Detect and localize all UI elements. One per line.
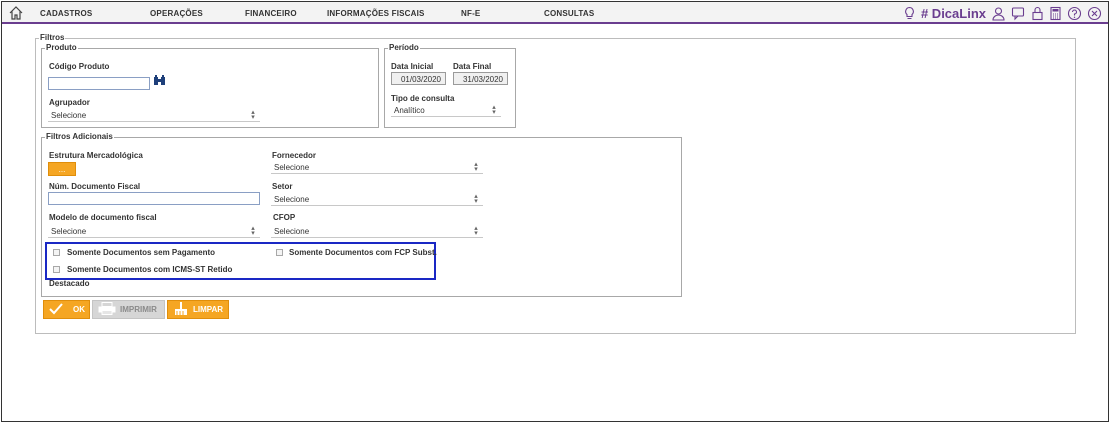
chk-icms-st-retido-label: Somente Documentos com ICMS-ST Retido [67, 265, 233, 274]
print-button[interactable]: IMPRIMIR [92, 300, 165, 319]
data-final-label: Data Final [453, 62, 492, 71]
ok-button[interactable]: OK [43, 300, 90, 319]
nav-nfe[interactable]: NF-E [461, 9, 480, 18]
cfop-label: CFOP [273, 213, 296, 222]
select-caret-icon: ▴ ▾ [474, 161, 478, 173]
setor-select[interactable]: Selecione ▴ ▾ [271, 193, 483, 206]
cfop-value: Selecione [274, 227, 310, 236]
num-documento-fiscal-input[interactable] [48, 192, 260, 205]
nav-cadastros[interactable]: CADASTROS [40, 9, 92, 18]
modelo-documento-fiscal-select[interactable]: Selecione ▴ ▾ [48, 225, 260, 238]
agrupador-value: Selecione [51, 111, 87, 120]
tipo-consulta-select[interactable]: Analítico ▴ ▾ [391, 104, 501, 117]
select-caret-icon: ▴ ▾ [251, 225, 255, 237]
user-icon[interactable] [991, 6, 1006, 21]
codigo-produto-input[interactable] [48, 77, 150, 90]
help-icon[interactable] [1067, 6, 1082, 21]
modelo-documento-fiscal-value: Selecione [51, 227, 87, 236]
printer-icon [98, 302, 116, 317]
data-inicial-label: Data Inicial [391, 62, 434, 71]
nav-informacoes-fiscais[interactable]: INFORMAÇÕES FISCAIS [327, 9, 425, 18]
filtros-adicionais-legend: Filtros Adicionais [46, 132, 113, 141]
chk-icms-st-retido[interactable]: Somente Documentos com ICMS-ST Retido [53, 265, 232, 274]
fornecedor-select[interactable]: Selecione ▴ ▾ [271, 161, 483, 174]
agrupador-label: Agrupador [49, 98, 90, 107]
num-documento-fiscal-label: Núm. Documento Fiscal [49, 182, 141, 191]
cfop-select[interactable]: Selecione ▴ ▾ [271, 225, 483, 238]
nav-operacoes[interactable]: OPERAÇÕES [150, 9, 203, 18]
lightbulb-icon[interactable] [903, 6, 916, 21]
tipo-consulta-value: Analítico [394, 106, 425, 115]
setor-label: Setor [272, 182, 293, 191]
produto-legend: Produto [46, 43, 77, 52]
data-final-input[interactable]: 31/03/2020 [453, 72, 508, 85]
dica-linx-link[interactable]: # DicaLinx [921, 6, 986, 21]
periodo-legend: Período [389, 43, 419, 52]
checkmark-icon [49, 302, 63, 317]
modelo-documento-fiscal-label: Modelo de documento fiscal [49, 213, 157, 222]
estrutura-mercadologica-button[interactable]: ... [48, 162, 76, 176]
fornecedor-value: Selecione [274, 163, 310, 172]
home-icon[interactable] [8, 5, 24, 21]
broom-icon [173, 301, 189, 318]
filtros-legend: Filtros [40, 33, 65, 42]
toolbar-icons: # DicaLinx [903, 4, 1102, 22]
checkbox[interactable] [276, 249, 283, 256]
select-caret-icon: ▴ ▾ [492, 104, 496, 116]
chk-icms-st-retido-label-cont: Destacado [49, 279, 90, 288]
checkbox[interactable] [53, 266, 60, 273]
codigo-produto-label: Código Produto [49, 62, 110, 71]
estrutura-mercadologica-label: Estrutura Mercadológica [49, 151, 143, 160]
tipo-consulta-label: Tipo de consulta [391, 94, 455, 103]
fornecedor-label: Fornecedor [272, 151, 317, 160]
clear-button-label: LIMPAR [193, 305, 224, 314]
chat-icon[interactable] [1011, 6, 1026, 21]
agrupador-select[interactable]: Selecione ▴ ▾ [48, 109, 260, 122]
binoculars-icon[interactable] [153, 74, 166, 86]
lock-icon[interactable] [1031, 6, 1044, 21]
chk-fcp-subst[interactable]: Somente Documentos com FCP Subst. [276, 248, 437, 257]
nav-consultas[interactable]: CONSULTAS [544, 9, 594, 18]
top-nav-bar: CADASTROS OPERAÇÕES FINANCEIRO INFORMAÇÕ… [2, 2, 1108, 24]
select-caret-icon: ▴ ▾ [474, 225, 478, 237]
chk-sem-pagamento[interactable]: Somente Documentos sem Pagamento [53, 248, 215, 257]
calculator-icon[interactable] [1049, 6, 1062, 21]
data-inicial-input[interactable]: 01/03/2020 [391, 72, 446, 85]
setor-value: Selecione [274, 195, 310, 204]
chk-fcp-subst-label: Somente Documentos com FCP Subst. [289, 248, 437, 257]
clear-button[interactable]: LIMPAR [167, 300, 229, 319]
chk-sem-pagamento-label: Somente Documentos sem Pagamento [67, 248, 216, 257]
select-caret-icon: ▴ ▾ [474, 193, 478, 205]
select-caret-icon: ▴ ▾ [251, 109, 255, 121]
print-button-label: IMPRIMIR [120, 305, 157, 314]
ok-button-label: OK [73, 305, 85, 314]
checkbox[interactable] [53, 249, 60, 256]
close-icon[interactable] [1087, 6, 1102, 21]
nav-financeiro[interactable]: FINANCEIRO [245, 9, 297, 18]
